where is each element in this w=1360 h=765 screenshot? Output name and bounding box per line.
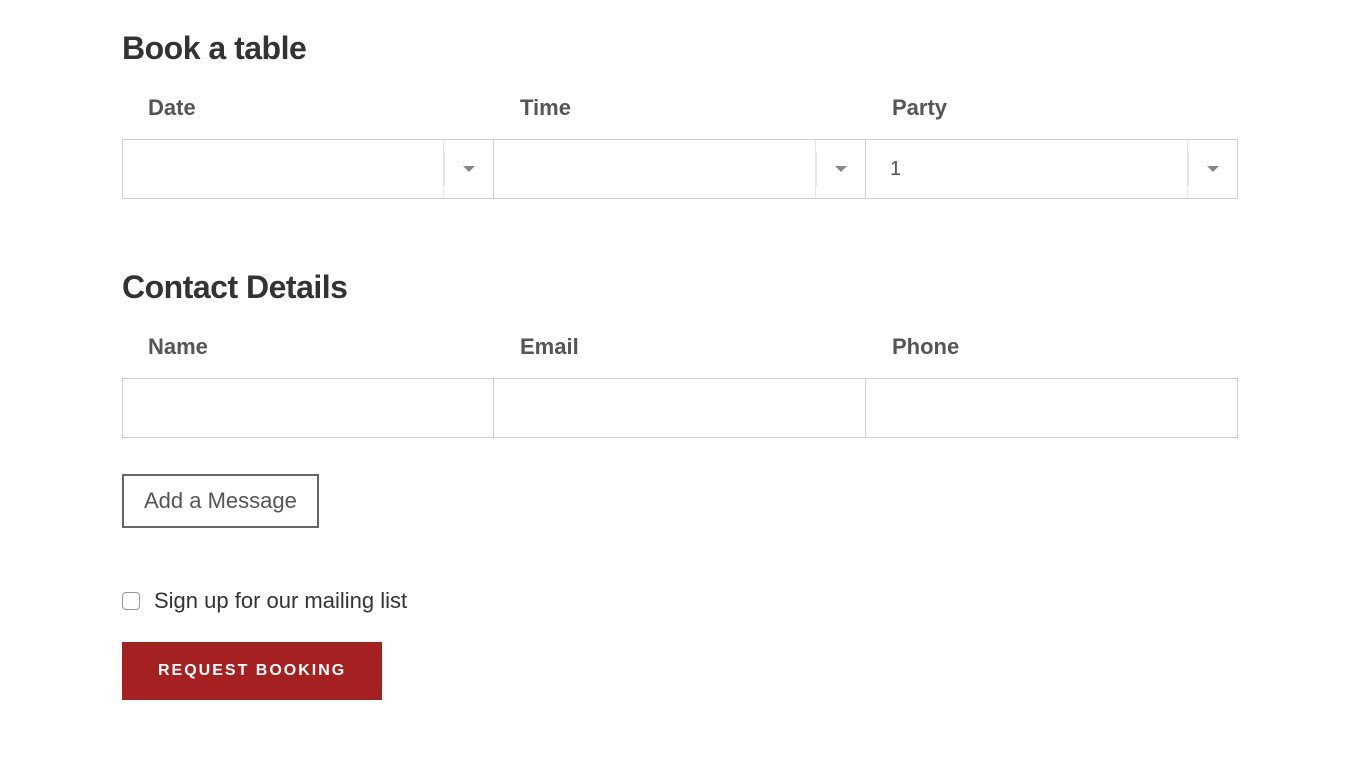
- email-field: Email: [494, 334, 866, 438]
- phone-input[interactable]: [866, 379, 1237, 437]
- booking-heading: Book a table: [122, 30, 1238, 67]
- email-input[interactable]: [494, 379, 865, 437]
- time-value: [494, 140, 865, 198]
- contact-section: Contact Details Name Email Phone Add a M…: [122, 269, 1238, 528]
- phone-field: Phone: [866, 334, 1238, 438]
- chevron-down-icon: [1187, 140, 1237, 198]
- request-booking-button[interactable]: REQUEST BOOKING: [122, 642, 382, 700]
- chevron-down-icon: [443, 140, 493, 198]
- phone-label: Phone: [866, 334, 1238, 360]
- party-select[interactable]: 1: [866, 139, 1238, 199]
- date-field: Date: [122, 95, 494, 199]
- time-select[interactable]: [494, 139, 866, 199]
- time-field: Time: [494, 95, 866, 199]
- chevron-down-icon: [815, 140, 865, 198]
- mailing-label: Sign up for our mailing list: [154, 588, 407, 614]
- booking-row: Date Time Party: [122, 95, 1238, 199]
- contact-row: Name Email Phone: [122, 334, 1238, 438]
- date-value: [123, 140, 493, 198]
- mailing-row: Sign up for our mailing list: [122, 588, 1238, 614]
- mailing-checkbox[interactable]: [122, 592, 140, 610]
- name-input[interactable]: [123, 379, 493, 437]
- contact-heading: Contact Details: [122, 269, 1238, 306]
- time-label: Time: [494, 95, 866, 121]
- add-message-button[interactable]: Add a Message: [122, 474, 319, 528]
- party-label: Party: [866, 95, 1238, 121]
- booking-section: Book a table Date Time: [122, 30, 1238, 199]
- date-label: Date: [122, 95, 494, 121]
- date-select[interactable]: [122, 139, 494, 199]
- party-field: Party 1: [866, 95, 1238, 199]
- party-value: 1: [866, 140, 1237, 198]
- name-label: Name: [122, 334, 494, 360]
- email-label: Email: [494, 334, 866, 360]
- name-field: Name: [122, 334, 494, 438]
